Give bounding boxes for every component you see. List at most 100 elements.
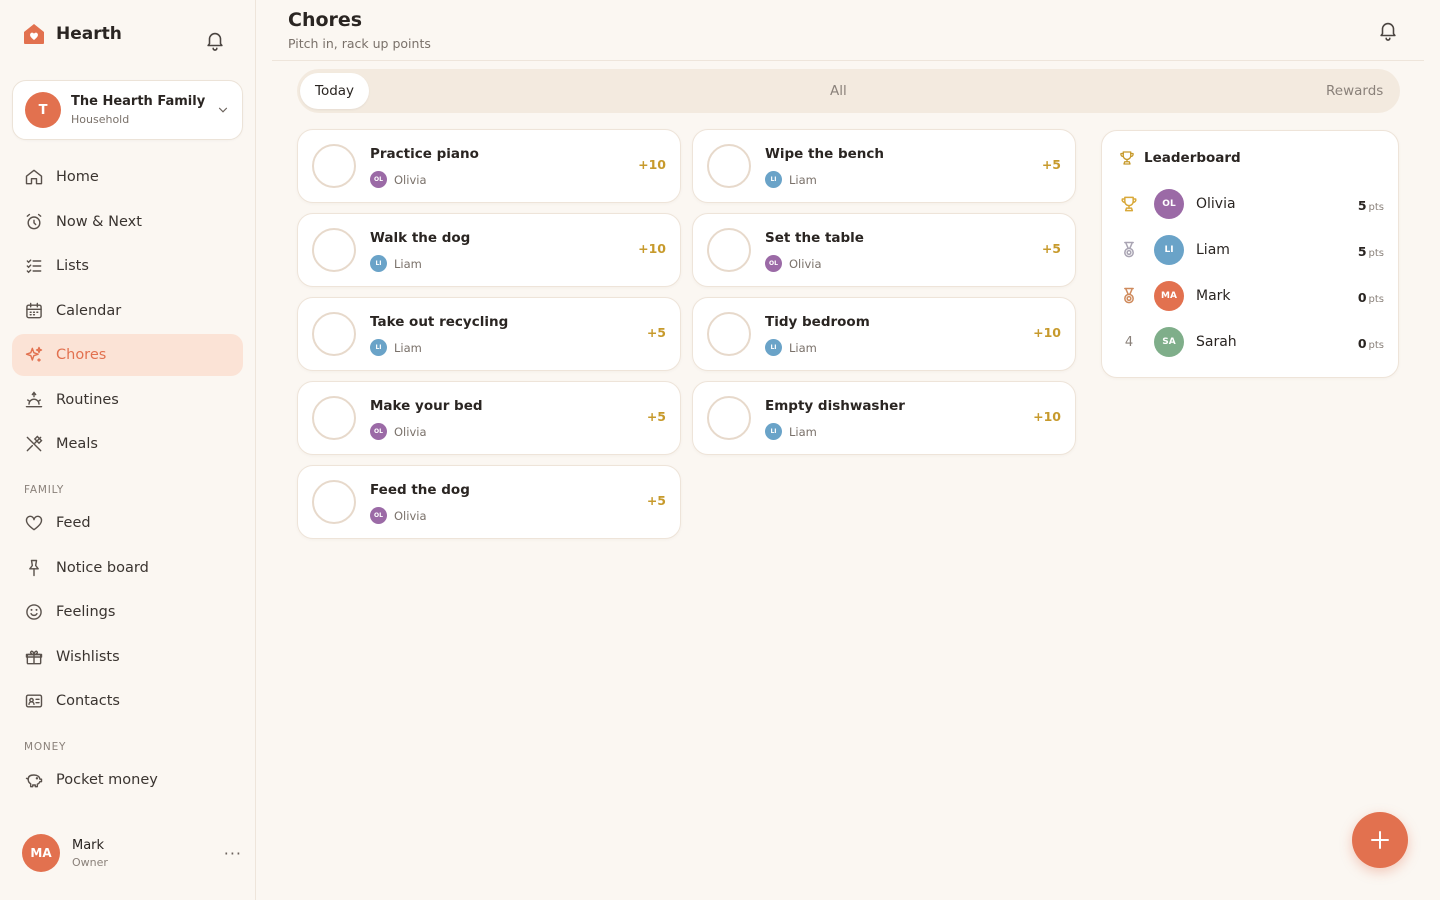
chore-assignee: LI Liam (765, 339, 817, 356)
chore-complete-checkbox[interactable] (707, 396, 751, 440)
chore-card[interactable]: Take out recycling LI Liam +5 (297, 297, 681, 371)
chore-points: +5 (1041, 241, 1061, 256)
nav-item-feelings[interactable]: Feelings (12, 591, 243, 633)
nav-item-lists[interactable]: Lists (12, 245, 243, 287)
add-chore-button[interactable] (1352, 812, 1408, 868)
chore-complete-checkbox[interactable] (312, 144, 356, 188)
smile-icon (26, 604, 42, 620)
chore-assignee: OL Olivia (765, 255, 822, 272)
assignee-avatar: LI (765, 423, 782, 440)
nav-item-chores[interactable]: Chores (12, 334, 243, 376)
points-unit: pts (1368, 339, 1384, 351)
leaderboard-row[interactable]: MA Mark 0 pts (1118, 280, 1384, 312)
notifications-bell-icon[interactable] (204, 29, 226, 51)
points-unit: pts (1368, 201, 1384, 213)
member-avatar: OL (1154, 189, 1184, 219)
nav-item-notice-board[interactable]: Notice board (12, 547, 243, 589)
nav-item-meals[interactable]: Meals (12, 423, 243, 465)
rank-badge (1118, 285, 1140, 307)
leaderboard-row[interactable]: 4 SA Sarah 0 pts (1118, 326, 1384, 358)
chore-title: Empty dishwasher (765, 398, 905, 414)
chore-assignee: OL Olivia (370, 423, 427, 440)
nav-item-home[interactable]: Home (12, 156, 243, 198)
household-name: The Hearth Family (71, 94, 206, 109)
member-name: Liam (1196, 242, 1230, 258)
chore-complete-checkbox[interactable] (707, 312, 751, 356)
rank-badge (1118, 239, 1140, 261)
household-switcher[interactable]: T The Hearth Family Household (12, 80, 243, 140)
rank-number: 4 (1124, 334, 1134, 350)
nav-label: Chores (56, 347, 107, 363)
chore-complete-checkbox[interactable] (312, 312, 356, 356)
chore-complete-checkbox[interactable] (312, 228, 356, 272)
chore-assignee: OL Olivia (370, 171, 427, 188)
sunrise-icon (25, 390, 43, 407)
household-avatar: T (25, 92, 61, 128)
nav-label: Calendar (56, 302, 122, 319)
section-label-family: FAMILY (24, 484, 65, 496)
nav-item-now-next[interactable]: Now & Next (12, 201, 243, 243)
assignee-name: Liam (789, 172, 817, 187)
chores-tabs: Today All Rewards (297, 69, 1400, 113)
member-name: Olivia (1196, 196, 1236, 212)
header-divider (272, 60, 1424, 61)
assignee-name: Liam (789, 424, 817, 439)
trophy-icon (1120, 151, 1134, 165)
member-avatar: SA (1154, 327, 1184, 357)
nav-item-wishlists[interactable]: Wishlists (12, 636, 243, 678)
family-nav: Feed Notice board Feelings Wishlists Con… (12, 502, 243, 725)
user-menu-button[interactable]: ··· (224, 844, 242, 863)
pin-icon (29, 559, 39, 576)
chore-assignee: LI Liam (765, 171, 817, 188)
chore-card[interactable]: Practice piano OL Olivia +10 (297, 129, 681, 203)
nav-item-feed[interactable]: Feed (12, 502, 243, 544)
assignee-avatar: LI (370, 339, 387, 356)
chore-card[interactable]: Feed the dog OL Olivia +5 (297, 465, 681, 539)
tab-today[interactable]: Today (300, 73, 370, 109)
brand[interactable]: Hearth (22, 22, 122, 46)
chore-card[interactable]: Tidy bedroom LI Liam +10 (692, 297, 1076, 371)
nav-item-pocket-money[interactable]: Pocket money (12, 759, 243, 801)
member-points: 5 pts (1358, 195, 1384, 214)
chore-card[interactable]: Wipe the bench LI Liam +5 (692, 129, 1076, 203)
nav-item-calendar[interactable]: Calendar (12, 290, 243, 332)
current-user[interactable]: MA Mark Owner ··· (22, 834, 242, 872)
chevron-down-icon (218, 107, 228, 113)
leaderboard-header: Leaderboard (1118, 149, 1241, 167)
nav-label: Feelings (56, 604, 116, 620)
plus-icon (1371, 831, 1389, 849)
chore-points: +10 (638, 157, 666, 172)
tab-rewards[interactable]: Rewards (1326, 73, 1383, 109)
leaderboard-row[interactable]: OL Olivia 5 pts (1118, 188, 1384, 220)
chore-complete-checkbox[interactable] (707, 228, 751, 272)
nav-item-routines[interactable]: Routines (12, 379, 243, 421)
header-notifications-bell-icon[interactable] (1377, 19, 1399, 41)
chore-card[interactable]: Make your bed OL Olivia +5 (297, 381, 681, 455)
rank-badge (1118, 193, 1140, 215)
chore-title: Wipe the bench (765, 146, 885, 162)
nav-label: Meals (56, 436, 98, 452)
chore-points: +5 (646, 409, 666, 424)
assignee-name: Olivia (789, 256, 822, 271)
member-avatar: MA (1154, 281, 1184, 311)
chore-assignee: LI Liam (370, 255, 422, 272)
chore-card[interactable]: Set the table OL Olivia +5 (692, 213, 1076, 287)
member-name: Mark (1196, 288, 1231, 304)
chore-title: Walk the dog (370, 230, 471, 246)
chore-complete-checkbox[interactable] (312, 396, 356, 440)
leaderboard-row[interactable]: LI Liam 5 pts (1118, 234, 1384, 266)
member-points: 0 pts (1358, 333, 1384, 352)
nav-item-contacts[interactable]: Contacts (12, 680, 243, 722)
points-value: 5 (1357, 243, 1367, 259)
member-avatar: LI (1154, 235, 1184, 265)
chore-complete-checkbox[interactable] (707, 144, 751, 188)
heart-icon (25, 515, 43, 531)
chore-complete-checkbox[interactable] (312, 480, 356, 524)
chore-card[interactable]: Empty dishwasher LI Liam +10 (692, 381, 1076, 455)
user-role: Owner (72, 855, 108, 869)
chore-card[interactable]: Walk the dog LI Liam +10 (297, 213, 681, 287)
bronze-medal-icon (1124, 287, 1134, 304)
member-points: 0 pts (1358, 287, 1384, 306)
utensils-icon (26, 435, 43, 452)
tab-all[interactable]: All (830, 73, 847, 109)
